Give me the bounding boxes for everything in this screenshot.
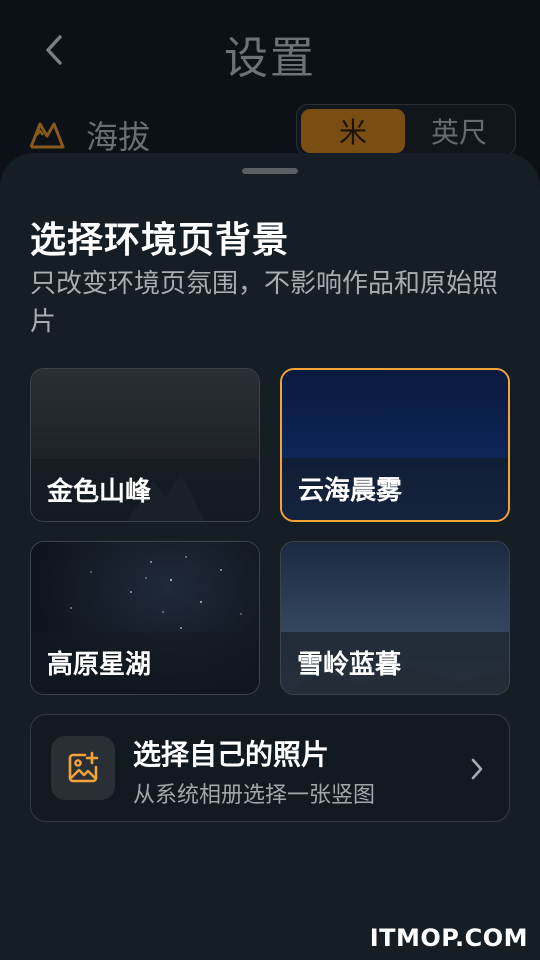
background-option-caption: 雪岭蓝暮 (281, 632, 509, 694)
background-option-caption: 高原星湖 (31, 632, 259, 694)
background-option-golden-peak[interactable]: 金色山峰 (30, 368, 260, 522)
background-option-label: 云海晨雾 (298, 476, 403, 506)
unit-meter-option[interactable]: 米 (301, 109, 405, 153)
background-picker-sheet: 选择环境页背景 只改变环境页氛围，不影响作品和原始照片 金色山峰 云海晨雾 高原… (0, 153, 540, 960)
unit-toggle: 米 英尺 (296, 104, 516, 156)
background-option-label: 金色山峰 (47, 477, 152, 507)
sheet-drag-handle[interactable] (242, 168, 298, 174)
background-option-plateau-lake[interactable]: 高原星湖 (30, 541, 260, 695)
sheet-description: 只改变环境页氛围，不影响作品和原始照片 (30, 269, 499, 337)
altitude-label: 海拔 (86, 118, 151, 156)
background-option-label: 雪岭蓝暮 (297, 650, 402, 680)
background-option-caption: 云海晨雾 (282, 458, 508, 520)
watermark: ITMOP.COM (369, 924, 528, 952)
own-photo-subtitle: 从系统相册选择一张竖图 (133, 783, 376, 808)
mountain-icon (29, 122, 65, 149)
background-option-cloud-sea[interactable]: 云海晨雾 (280, 368, 510, 522)
choose-own-photo-button[interactable]: 选择自己的照片 从系统相册选择一张竖图 (30, 714, 510, 822)
background-option-label: 高原星湖 (47, 650, 152, 680)
add-photo-icon (68, 751, 99, 783)
chevron-right-icon (471, 758, 483, 780)
sheet-title: 选择环境页背景 (30, 220, 290, 261)
top-bar: 设置 (0, 0, 540, 100)
background-option-snow-ridge[interactable]: 雪岭蓝暮 (280, 541, 510, 695)
own-photo-title: 选择自己的照片 (133, 738, 330, 771)
page-title: 设置 (224, 33, 316, 84)
own-photo-icon-box (51, 736, 115, 800)
background-option-caption: 金色山峰 (31, 459, 259, 521)
altitude-row: 海拔 米 英尺 (28, 104, 516, 160)
unit-feet-option[interactable]: 英尺 (407, 109, 511, 153)
